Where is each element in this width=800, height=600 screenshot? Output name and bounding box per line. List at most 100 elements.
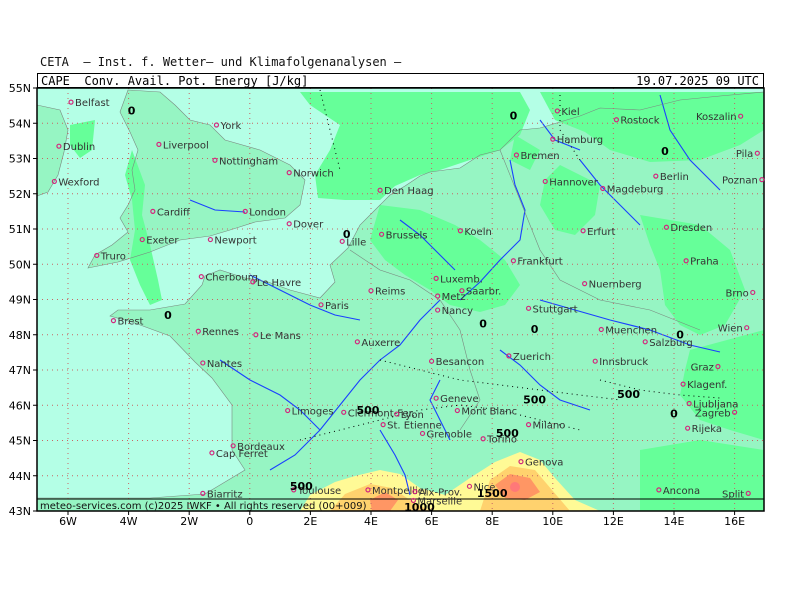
city-label: Brno bbox=[726, 288, 749, 299]
contour-value: 500 bbox=[290, 480, 313, 493]
city-label: Stuttgart bbox=[533, 304, 578, 315]
lon-tick-label: 10E bbox=[542, 515, 563, 528]
city-marker: Cap Ferret bbox=[209, 449, 268, 460]
city-label: Zagreb bbox=[695, 408, 731, 419]
city-label: Lyon bbox=[401, 410, 424, 421]
lon-tick-label: 2E bbox=[303, 515, 317, 528]
lon-tick-label: 6E bbox=[425, 515, 439, 528]
city-marker: Biarritz bbox=[200, 489, 243, 500]
city-marker: Klagenf. bbox=[680, 380, 727, 391]
city-marker: Ancona bbox=[656, 486, 700, 497]
contour-value: 0 bbox=[676, 328, 684, 341]
contour-value: 0 bbox=[164, 309, 172, 322]
city-marker: Poznan bbox=[722, 176, 765, 187]
city-marker: Den Haag bbox=[377, 186, 434, 197]
city-label: York bbox=[219, 121, 241, 132]
city-marker: London bbox=[242, 207, 286, 218]
city-label: Praha bbox=[690, 257, 719, 268]
city-marker: Rennes bbox=[195, 327, 239, 338]
lon-tick-label: 2W bbox=[180, 515, 198, 528]
lat-tick-label: 48N bbox=[9, 329, 31, 342]
city-label: Magdeburg bbox=[607, 184, 664, 195]
cape-map: 55N 54N 53N 52N 51N 50N 49N 48N 47N 46N 45N 44N 43N 6… bbox=[9, 82, 765, 528]
city-label: Koeln bbox=[464, 227, 491, 238]
city-label: Cap Ferret bbox=[216, 449, 268, 460]
city-marker: Nancy bbox=[435, 306, 473, 317]
city-marker: Muenchen bbox=[598, 325, 657, 336]
city-label: Poznan bbox=[722, 176, 758, 187]
city-label: Liverpool bbox=[163, 140, 209, 151]
city-marker: Dublin bbox=[56, 142, 95, 153]
city-label: Le Mans bbox=[260, 331, 301, 342]
contour-value: 0 bbox=[510, 110, 518, 123]
city-marker: Koszalin bbox=[696, 112, 744, 123]
city-marker: Nantes bbox=[200, 359, 242, 370]
city-label: Den Haag bbox=[384, 186, 434, 197]
city-label: Hannover bbox=[549, 177, 599, 188]
city-label: St. Etienne bbox=[387, 421, 442, 432]
contour-value: 500 bbox=[356, 404, 379, 417]
city-marker: Le Mans bbox=[253, 331, 301, 342]
city-label: Wien bbox=[718, 324, 743, 335]
city-marker: Frankfurt bbox=[510, 257, 563, 268]
city-label: Exeter bbox=[146, 236, 179, 247]
city-marker: Innsbruck bbox=[592, 357, 648, 368]
city-label: Mont Blanc bbox=[461, 407, 517, 418]
city-label: Koszalin bbox=[696, 112, 737, 123]
city-label: Newport bbox=[214, 236, 256, 247]
city-marker: Hannover bbox=[542, 177, 599, 188]
map-field bbox=[37, 88, 764, 511]
city-label: Graz bbox=[691, 362, 714, 373]
city-label: Auxerre bbox=[361, 338, 400, 349]
contour-value: 500 bbox=[496, 427, 519, 440]
city-marker: Berlin bbox=[653, 172, 689, 183]
city-label: Nuernberg bbox=[589, 280, 642, 291]
contour-value: 0 bbox=[670, 408, 678, 421]
city-marker: Luxemb. bbox=[433, 274, 483, 285]
city-label: Le Havre bbox=[257, 278, 301, 289]
city-label: Kiel bbox=[561, 107, 579, 118]
city-label: Besancon bbox=[436, 357, 485, 368]
city-marker: Koeln bbox=[457, 227, 492, 238]
city-marker: Liverpool bbox=[156, 140, 209, 151]
city-marker: Geneve bbox=[433, 394, 479, 405]
contour-value: 0 bbox=[128, 104, 136, 117]
city-marker: Reims bbox=[368, 287, 405, 298]
city-label: Pila bbox=[736, 149, 754, 160]
city-label: Bremen bbox=[520, 151, 559, 162]
city-label: Biarritz bbox=[207, 489, 243, 500]
lon-tick-label: 12E bbox=[603, 515, 624, 528]
city-label: Erfurt bbox=[587, 227, 615, 238]
city-label: Ancona bbox=[663, 486, 700, 497]
contour-value: 0 bbox=[531, 323, 539, 336]
city-label: Dresden bbox=[670, 223, 712, 234]
city-marker: Zuerich bbox=[506, 352, 551, 363]
contour-value: 0 bbox=[479, 318, 487, 331]
city-label: Cardiff bbox=[157, 207, 191, 218]
lat-tick-label: 43N bbox=[9, 505, 31, 518]
city-label: Truro bbox=[100, 251, 126, 262]
city-marker: Cherbourg bbox=[198, 273, 258, 284]
contour-value: 500 bbox=[523, 393, 546, 406]
city-label: Dover bbox=[293, 220, 324, 231]
city-label: Berlin bbox=[660, 172, 689, 183]
contour-value: 0 bbox=[661, 145, 669, 158]
city-marker: Newport bbox=[207, 236, 257, 247]
city-marker: Le Havre bbox=[250, 278, 301, 289]
city-marker: Praha bbox=[683, 257, 719, 268]
lon-tick-label: 0 bbox=[246, 515, 253, 528]
city-label: Geneve bbox=[440, 394, 478, 405]
city-marker: Exeter bbox=[139, 236, 179, 247]
city-label: Wexford bbox=[58, 177, 99, 188]
city-label: Cherbourg bbox=[205, 273, 258, 284]
city-label: Milano bbox=[533, 421, 566, 432]
lon-tick-label: 16E bbox=[724, 515, 745, 528]
city-marker: Stuttgart bbox=[525, 304, 578, 315]
city-marker: Norwich bbox=[286, 169, 334, 180]
valid-datetime: 19.07.2025 09 UTC bbox=[636, 74, 759, 88]
contour-value: 500 bbox=[617, 388, 640, 401]
city-label: Rennes bbox=[202, 327, 239, 338]
city-label: Reims bbox=[375, 287, 405, 298]
city-label: Muenchen bbox=[605, 325, 657, 336]
city-label: Zuerich bbox=[513, 352, 551, 363]
